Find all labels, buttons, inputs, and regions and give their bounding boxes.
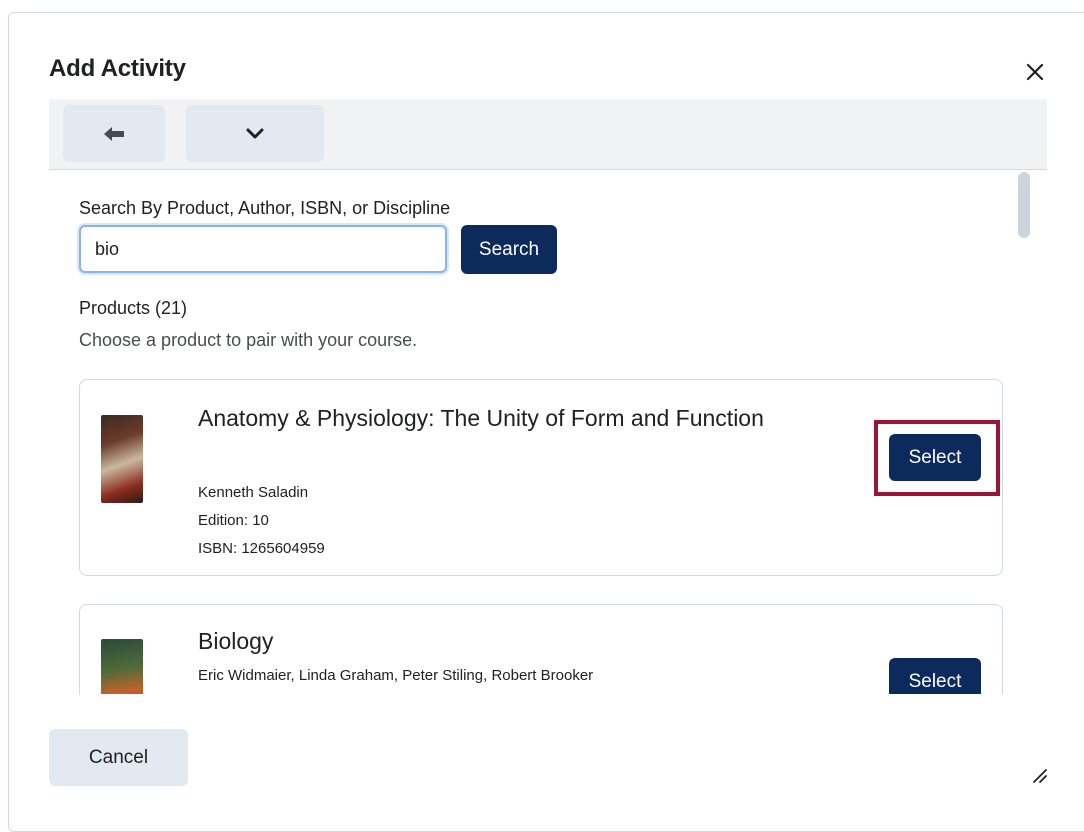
product-isbn: ISBN: 1265604959 bbox=[198, 540, 325, 557]
search-label: Search By Product, Author, ISBN, or Disc… bbox=[79, 198, 451, 218]
search-button[interactable]: Search bbox=[461, 225, 557, 274]
select-button[interactable]: Select bbox=[889, 434, 981, 481]
product-edition: Edition: 10 bbox=[198, 512, 269, 529]
book-cover-image bbox=[101, 639, 143, 694]
search-input[interactable] bbox=[79, 225, 447, 273]
toolbar bbox=[49, 99, 1047, 170]
product-title: Biology bbox=[198, 628, 274, 654]
products-heading: Products (21) bbox=[79, 298, 188, 318]
product-title: Anatomy & Physiology: The Unity of Form … bbox=[198, 405, 764, 431]
dialog-content[interactable]: Search By Product, Author, ISBN, or Disc… bbox=[49, 170, 1016, 694]
arrow-left-icon bbox=[104, 126, 124, 141]
resize-handle[interactable] bbox=[1030, 766, 1048, 784]
product-author: Kenneth Saladin bbox=[198, 484, 309, 501]
select-button[interactable]: Select bbox=[889, 658, 981, 694]
dialog-title: Add Activity bbox=[49, 55, 186, 82]
back-button[interactable] bbox=[63, 105, 165, 162]
close-icon bbox=[1026, 63, 1044, 81]
scrollbar-thumb[interactable] bbox=[1018, 172, 1030, 238]
book-cover-image bbox=[101, 415, 143, 503]
scrollbar[interactable] bbox=[1016, 170, 1032, 694]
product-card: Biology Eric Widmaier, Linda Graham, Pet… bbox=[79, 604, 1003, 694]
resize-handle-icon bbox=[1033, 769, 1047, 783]
product-card: Anatomy & Physiology: The Unity of Form … bbox=[79, 379, 1003, 576]
cancel-button[interactable]: Cancel bbox=[49, 729, 188, 786]
more-options-button[interactable] bbox=[186, 105, 324, 162]
product-author: Eric Widmaier, Linda Graham, Peter Stili… bbox=[198, 667, 594, 684]
products-subtitle: Choose a product to pair with your cours… bbox=[79, 330, 418, 350]
close-button[interactable] bbox=[1020, 57, 1050, 87]
chevron-down-icon bbox=[246, 128, 264, 138]
